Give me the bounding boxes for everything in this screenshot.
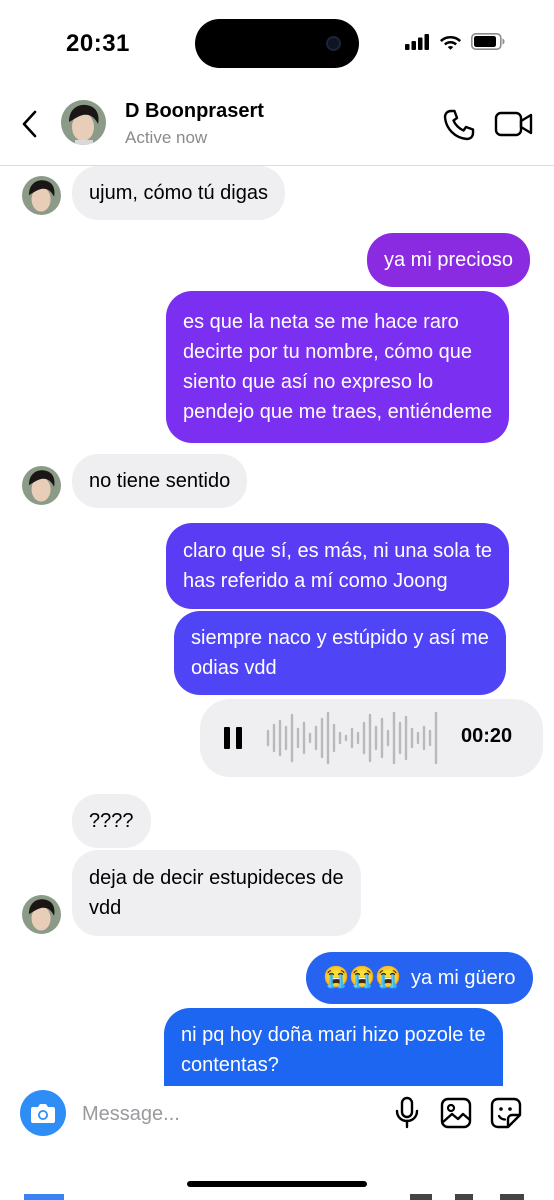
contact-avatar-small[interactable] xyxy=(22,466,61,505)
message-line: contentas? xyxy=(181,1054,279,1076)
message-line: odias vdd xyxy=(191,657,277,679)
message-bubble-incoming[interactable]: ???? xyxy=(72,794,151,848)
message-bubble-outgoing[interactable]: 😭😭😭 ya mi güero xyxy=(306,952,533,1004)
contact-name[interactable]: D Boonprasert xyxy=(125,100,264,123)
contact-avatar-small[interactable] xyxy=(22,895,61,934)
pause-icon[interactable] xyxy=(224,727,244,749)
message-bubble-incoming[interactable]: deja de decir estupideces de vdd xyxy=(72,850,361,936)
message-line: decirte por tu nombre, cómo que xyxy=(183,341,473,363)
microphone-button[interactable] xyxy=(393,1096,421,1130)
status-icons xyxy=(405,33,506,50)
back-button[interactable] xyxy=(14,106,44,142)
video-camera-icon xyxy=(494,111,533,137)
contact-status: Active now xyxy=(125,128,208,147)
keyboard-peek xyxy=(0,1194,554,1200)
status-bar: 20:31 xyxy=(0,0,554,88)
microphone-icon xyxy=(395,1096,419,1129)
status-time: 20:31 xyxy=(66,30,130,57)
message-line: es que la neta se me hace raro xyxy=(183,311,459,333)
message-bubble-outgoing[interactable]: es que la neta se me hace raro decirte p… xyxy=(166,291,510,443)
message-line: siento que así no expreso lo xyxy=(183,371,434,393)
waveform-icon xyxy=(266,711,438,765)
message-line: deja de decir estupideces de xyxy=(89,867,344,889)
video-call-button[interactable] xyxy=(494,109,534,139)
message-line: vdd xyxy=(89,897,122,919)
audio-call-button[interactable] xyxy=(442,108,476,142)
phone-icon xyxy=(443,109,475,141)
gallery-button[interactable] xyxy=(440,1097,472,1129)
message-line: has referido a mí como Joong xyxy=(183,570,448,592)
voice-message[interactable]: 00:20 xyxy=(200,699,543,777)
camera-button[interactable] xyxy=(20,1090,66,1136)
message-text: ujum, cómo tú digas xyxy=(89,182,268,204)
sticker-icon xyxy=(490,1097,522,1129)
image-icon xyxy=(440,1097,472,1129)
back-chevron-icon xyxy=(22,110,37,138)
message-text: ya mi precioso xyxy=(384,249,513,271)
message-text: no tiene sentido xyxy=(89,470,231,492)
message-bubble-outgoing[interactable]: ni pq hoy doña mari hizo pozole te conte… xyxy=(164,1008,503,1086)
message-line: ni pq hoy doña mari hizo pozole te xyxy=(181,1024,486,1046)
message-bubble-outgoing[interactable]: ya mi precioso xyxy=(367,233,530,287)
message-line: claro que sí, es más, ni una sola te xyxy=(183,540,493,562)
message-text: ???? xyxy=(89,810,134,832)
home-indicator[interactable] xyxy=(187,1181,367,1187)
front-camera-icon xyxy=(326,36,341,51)
sticker-button[interactable] xyxy=(490,1097,522,1129)
wifi-icon xyxy=(440,36,461,50)
signal-icon xyxy=(405,33,429,50)
chat-header: D Boonprasert Active now xyxy=(0,88,554,166)
message-line: pendejo que me traes, entiéndeme xyxy=(183,401,493,423)
crying-emoji: 😭😭😭 xyxy=(323,966,402,989)
message-bubble-outgoing[interactable]: siempre naco y estúpido y así me odias v… xyxy=(174,611,506,695)
voice-duration: 00:20 xyxy=(461,725,513,747)
message-bubble-incoming[interactable]: ujum, cómo tú digas xyxy=(72,166,285,220)
camera-icon xyxy=(31,1104,55,1123)
dynamic-island xyxy=(195,19,359,68)
contact-avatar-small[interactable] xyxy=(22,176,61,215)
message-line: siempre naco y estúpido y así me xyxy=(191,627,489,649)
message-input[interactable] xyxy=(82,1100,372,1128)
message-composer xyxy=(0,1086,554,1146)
contact-avatar[interactable] xyxy=(61,100,106,145)
message-bubble-incoming[interactable]: no tiene sentido xyxy=(72,454,248,508)
message-text: ya mi güero xyxy=(411,967,516,989)
battery-icon xyxy=(471,33,505,50)
message-bubble-outgoing[interactable]: claro que sí, es más, ni una sola te has… xyxy=(166,523,510,609)
